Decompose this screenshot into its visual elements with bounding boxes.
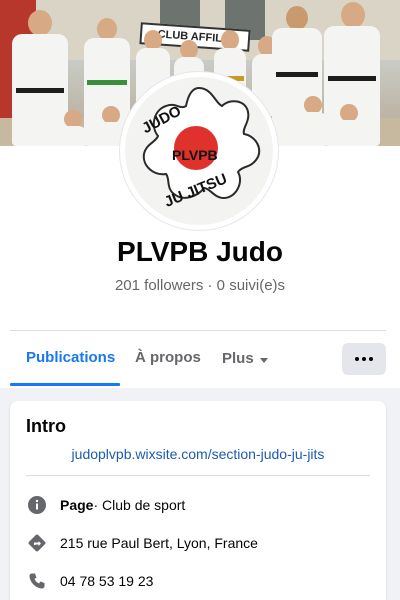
address-text[interactable]: 215 rue Paul Bert, Lyon, France [60, 535, 258, 551]
page-tabs: Publications À propos Plus [10, 332, 390, 386]
ellipsis-icon [355, 357, 359, 361]
category-value[interactable]: · Club de sport [93, 497, 185, 513]
page-title: PLVPB Judo [117, 236, 283, 267]
active-tab-indicator [10, 383, 120, 386]
category-label: Page [60, 497, 94, 513]
ellipsis-dot [369, 357, 373, 361]
tab-publications[interactable]: Publications [26, 332, 115, 386]
profile-picture[interactable]: JUDO PLVPB JU JITSU [120, 72, 278, 230]
more-options-button[interactable] [342, 343, 386, 375]
divider [10, 330, 386, 331]
category-row: Page · Club de sport [26, 494, 185, 516]
intro-title: Intro [26, 416, 66, 436]
intro-card: Intro judoplvpb.wixsite.com/section-judo… [10, 401, 386, 600]
divider [26, 475, 370, 476]
phone-row: 04 78 53 19 23 [26, 570, 153, 592]
info-icon [26, 494, 48, 516]
phone-icon [26, 570, 48, 592]
ellipsis-dot [362, 357, 366, 361]
directions-icon [26, 532, 48, 554]
tab-more[interactable]: Plus [222, 332, 268, 386]
followers-count[interactable]: 201 followers · 0 suivi(e)s [0, 277, 400, 294]
website-link[interactable]: judoplvpb.wixsite.com/section-judo-ju-ji… [10, 446, 386, 462]
cover-person [296, 96, 330, 146]
address-row: 215 rue Paul Bert, Lyon, France [26, 532, 258, 554]
cover-person [332, 104, 366, 146]
logo-text-mid: PLVPB [172, 147, 218, 163]
caret-down-icon [259, 357, 268, 363]
club-logo: JUDO PLVPB JU JITSU [125, 77, 273, 225]
phone-text[interactable]: 04 78 53 19 23 [60, 573, 153, 589]
tab-about[interactable]: À propos [135, 332, 201, 386]
cover-person [56, 110, 90, 146]
tab-more-label: Plus [222, 350, 254, 367]
